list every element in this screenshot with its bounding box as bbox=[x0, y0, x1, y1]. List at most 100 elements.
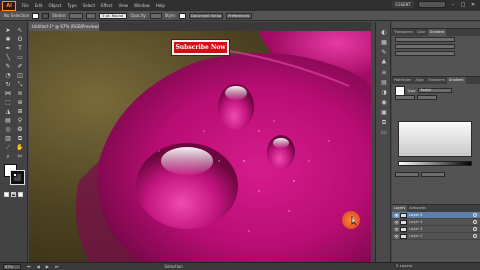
gradient-slider[interactable] bbox=[398, 161, 472, 166]
gradient-opacity-field[interactable] bbox=[395, 172, 419, 177]
menu-window[interactable]: Window bbox=[131, 3, 153, 8]
gradient-mode-button[interactable] bbox=[11, 192, 16, 197]
symbols-panel-icon[interactable]: ♣ bbox=[376, 58, 392, 68]
scissors-tool-icon[interactable]: ✂ bbox=[15, 153, 25, 160]
color-slider-2[interactable] bbox=[395, 44, 455, 49]
gradient-tool-icon[interactable]: ▤ bbox=[3, 117, 13, 124]
close-button[interactable]: ✕ bbox=[470, 2, 476, 8]
shape-builder-tool-icon[interactable]: ⊕ bbox=[15, 99, 25, 106]
tab-transparency[interactable]: Transparen bbox=[392, 29, 415, 36]
selection-tool-icon[interactable]: ➤ bbox=[3, 27, 13, 34]
menu-view[interactable]: View bbox=[116, 3, 132, 8]
visibility-eye-icon[interactable]: 👁 bbox=[394, 234, 399, 239]
eyedropper-tool-icon[interactable]: ⚲ bbox=[15, 117, 25, 124]
eraser-tool-icon[interactable]: ◫ bbox=[15, 72, 25, 79]
graphic-style-swatch[interactable] bbox=[179, 12, 187, 19]
gradient-aspect-field[interactable] bbox=[417, 95, 437, 100]
brushes-panel-icon[interactable]: ✎ bbox=[376, 48, 392, 58]
blend-tool-icon[interactable]: ◎ bbox=[3, 126, 13, 133]
scale-tool-icon[interactable]: ⤡ bbox=[15, 81, 25, 88]
menu-file[interactable]: File bbox=[19, 3, 32, 8]
gradient-location-field[interactable] bbox=[421, 172, 445, 177]
artboard-nav-last-icon[interactable]: ⏭ bbox=[55, 264, 59, 269]
artboard-tool-icon[interactable]: ⧉ bbox=[15, 135, 25, 142]
opacity-field[interactable] bbox=[149, 12, 162, 19]
pen-tool-icon[interactable]: ✒ bbox=[3, 45, 13, 52]
preferences-button[interactable]: Preferences bbox=[226, 12, 253, 19]
rotate-tool-icon[interactable]: ↻ bbox=[3, 81, 13, 88]
minimize-button[interactable]: – bbox=[450, 2, 456, 8]
graphic-styles-panel-icon[interactable]: ▣ bbox=[376, 108, 392, 118]
visibility-eye-icon[interactable]: 👁 bbox=[394, 227, 399, 232]
direct-selection-tool-icon[interactable]: ↖ bbox=[15, 27, 25, 34]
variable-width-field[interactable] bbox=[86, 12, 97, 19]
visibility-eye-icon[interactable]: 👁 bbox=[394, 220, 399, 225]
layer-target-icon[interactable] bbox=[473, 213, 477, 217]
subscribe-now-button[interactable]: Subscribe Now bbox=[172, 40, 229, 55]
layer-row[interactable]: 👁 Layer 3 bbox=[392, 226, 480, 233]
layer-target-icon[interactable] bbox=[473, 234, 477, 238]
tab-pathfinder[interactable]: Pathfinder bbox=[392, 77, 413, 84]
symbol-sprayer-tool-icon[interactable]: ❂ bbox=[15, 126, 25, 133]
gradient-thumbnail[interactable] bbox=[395, 85, 405, 96]
gradient-angle-field[interactable] bbox=[395, 95, 415, 100]
line-tool-icon[interactable]: ╲ bbox=[3, 54, 13, 61]
appearance-panel-icon[interactable]: ◉ bbox=[376, 98, 392, 108]
mesh-tool-icon[interactable]: ⊞ bbox=[15, 108, 25, 115]
fill-stroke-control[interactable] bbox=[4, 164, 25, 186]
magic-wand-tool-icon[interactable]: ✱ bbox=[3, 36, 13, 43]
blob-brush-tool-icon[interactable]: ◔ bbox=[3, 72, 13, 79]
gradient-panel-icon[interactable]: ▤ bbox=[376, 78, 392, 88]
current-tool-status[interactable]: Selection bbox=[164, 264, 182, 269]
swatches-panel-icon[interactable]: ▦ bbox=[376, 38, 392, 48]
type-tool-icon[interactable]: T bbox=[15, 45, 25, 52]
stroke-color-swatch[interactable] bbox=[10, 170, 25, 185]
hand-tool-icon[interactable]: ✋ bbox=[15, 144, 25, 151]
menu-help[interactable]: Help bbox=[153, 3, 168, 8]
tab-artboards[interactable]: Artboards bbox=[407, 205, 428, 212]
artboard-nav-prev-icon[interactable]: ◀ bbox=[37, 264, 40, 269]
color-mode-button[interactable] bbox=[4, 192, 9, 197]
menu-effect[interactable]: Effect bbox=[98, 3, 116, 8]
none-mode-button[interactable] bbox=[18, 192, 23, 197]
opacity-label[interactable]: Opacity: bbox=[130, 13, 146, 18]
layer-target-icon[interactable] bbox=[473, 227, 477, 231]
paintbrush-tool-icon[interactable]: ✎ bbox=[3, 63, 13, 70]
free-transform-tool-icon[interactable]: ⬚ bbox=[3, 99, 13, 106]
menu-type[interactable]: Type bbox=[64, 3, 79, 8]
color-slider-3[interactable] bbox=[395, 51, 455, 56]
artboard-nav-next-icon[interactable]: ▶ bbox=[46, 264, 49, 269]
stroke-panel-icon[interactable]: ≡ bbox=[376, 68, 392, 78]
workspace-switcher[interactable]: ESSENT bbox=[392, 1, 414, 8]
lasso-tool-icon[interactable]: ʘ bbox=[15, 36, 25, 43]
layer-row[interactable]: 👁 Layer 2 bbox=[392, 233, 480, 240]
pencil-tool-icon[interactable]: ✐ bbox=[15, 63, 25, 70]
stroke-weight-field[interactable] bbox=[69, 12, 84, 19]
rectangle-tool-icon[interactable]: ▭ bbox=[15, 54, 25, 61]
layer-row[interactable]: 👁 Layer 5 bbox=[392, 212, 480, 219]
tab-layers[interactable]: Layers bbox=[392, 205, 408, 212]
color-panel-icon[interactable]: ◐ bbox=[376, 28, 392, 38]
layer-target-icon[interactable] bbox=[473, 220, 477, 224]
tab-color[interactable]: Color bbox=[415, 29, 428, 36]
layers-panel-icon[interactable]: ⧉ bbox=[376, 118, 392, 128]
transparency-panel-icon[interactable]: ◑ bbox=[376, 88, 392, 98]
layer-row[interactable]: 👁 Layer 4 bbox=[392, 219, 480, 226]
zoom-level-field[interactable]: 67% bbox=[3, 263, 21, 270]
brush-dropdown[interactable]: 5 pt. Round bbox=[99, 12, 128, 19]
maximize-button[interactable]: □ bbox=[460, 2, 466, 8]
slice-tool-icon[interactable]: ⟋ bbox=[3, 144, 13, 151]
document-setup-button[interactable]: Document Setup bbox=[189, 12, 224, 19]
help-search-input[interactable] bbox=[418, 1, 446, 8]
perspective-grid-tool-icon[interactable]: ◮ bbox=[3, 108, 13, 115]
menu-edit[interactable]: Edit bbox=[32, 3, 46, 8]
gradient-type-dropdown[interactable]: Radial bbox=[418, 88, 453, 93]
warp-tool-icon[interactable]: ≋ bbox=[15, 90, 25, 97]
width-tool-icon[interactable]: ⋈ bbox=[3, 90, 13, 97]
menu-object[interactable]: Object bbox=[45, 3, 64, 8]
tab-gradient[interactable]: Gradient bbox=[427, 29, 447, 36]
column-graph-tool-icon[interactable]: ▥ bbox=[3, 135, 13, 142]
artboards-panel-icon[interactable]: ▭ bbox=[376, 128, 392, 138]
stroke-swatch[interactable] bbox=[42, 12, 50, 19]
tab-transform[interactable]: Transform bbox=[426, 77, 447, 84]
